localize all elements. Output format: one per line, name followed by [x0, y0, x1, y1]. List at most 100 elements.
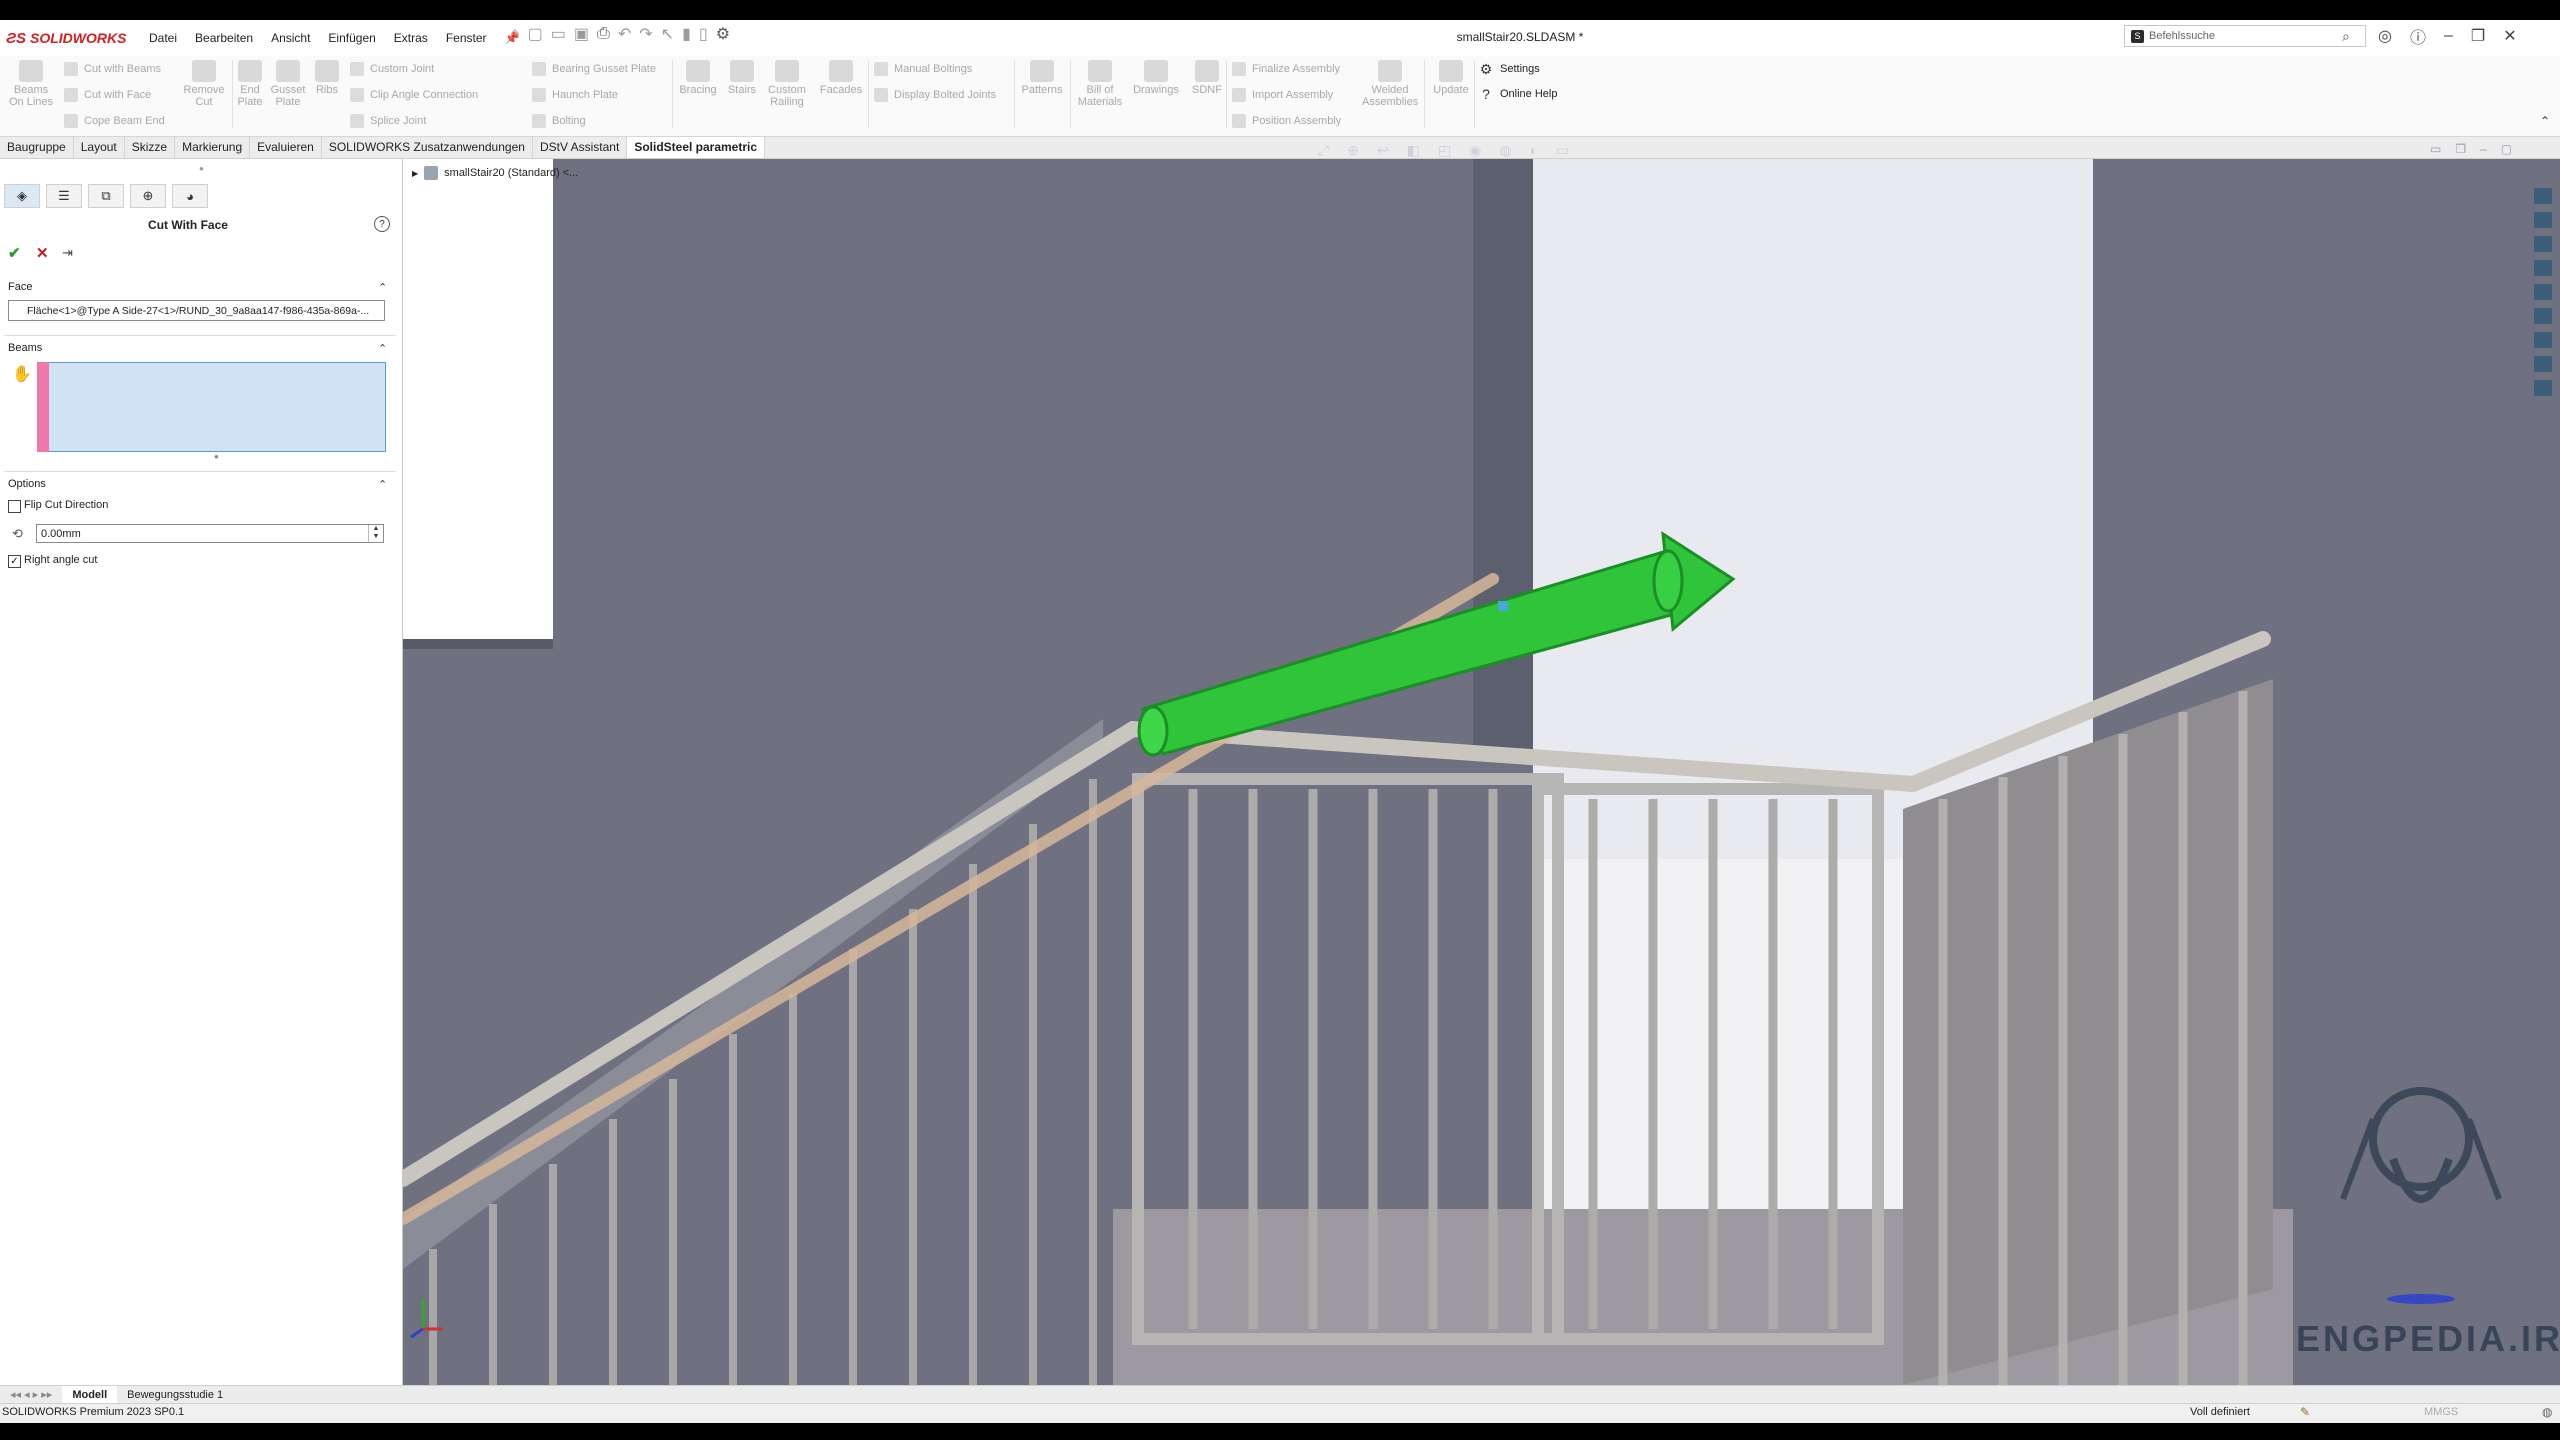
feature-tree-root[interactable]: ▶ smallStair20 (Standard) <...: [412, 166, 578, 180]
home-icon[interactable]: ⌂: [510, 25, 520, 43]
custom-properties-icon[interactable]: [2534, 332, 2552, 348]
solidworks-logo[interactable]: ƧS SOLIDWORKS: [6, 28, 126, 48]
quick-tips-icon[interactable]: ◍: [2542, 1405, 2552, 1419]
restore-button[interactable]: ❐: [2471, 26, 2485, 46]
tab-modell[interactable]: Modell: [62, 1386, 118, 1404]
beams-on-lines-button[interactable]: Beams On Lines: [6, 60, 56, 108]
tab-evaluieren[interactable]: Evaluieren: [250, 137, 322, 158]
settings-button[interactable]: ⚙ Settings: [1478, 61, 1540, 77]
display-manager-tab-icon[interactable]: ◕: [172, 184, 208, 208]
keep-visible-pin-icon[interactable]: ⇥: [62, 245, 73, 261]
tab-bewegungsstudie[interactable]: Bewegungsstudie 1: [117, 1386, 233, 1404]
collapse-options-chevron-icon[interactable]: ⌃: [378, 478, 387, 491]
position-assembly-button[interactable]: Position Assembly: [1232, 114, 1341, 128]
tab-scroll-arrows[interactable]: ◂◂ ◂ ▸ ▸▸: [0, 1386, 62, 1404]
viewport-max-icon[interactable]: ▢: [2501, 142, 2512, 156]
collapse-ribbon-icon[interactable]: ⌃: [2540, 114, 2550, 128]
rebuild-icon[interactable]: ▮: [682, 24, 691, 44]
ribs-button[interactable]: Ribs: [312, 60, 342, 96]
tab-skizze[interactable]: Skizze: [125, 137, 176, 158]
design-library-icon[interactable]: [2534, 236, 2552, 252]
beams-selection-list[interactable]: [37, 362, 386, 452]
tab-zusatzanwendungen[interactable]: SOLIDWORKS Zusatzanwendungen: [322, 137, 533, 158]
menu-bearbeiten[interactable]: Bearbeiten: [186, 28, 262, 48]
configuration-manager-tab-icon[interactable]: ⧉: [88, 184, 124, 208]
rebuild-status-icon[interactable]: ✎: [2300, 1405, 2310, 1419]
open-icon[interactable]: ▭: [551, 24, 566, 44]
online-help-button[interactable]: ? Online Help: [1478, 86, 1557, 102]
custom-railing-button[interactable]: Custom Railing: [764, 60, 810, 108]
menu-fenster[interactable]: Fenster: [437, 28, 496, 48]
minimize-button[interactable]: –: [2444, 27, 2453, 45]
save-icon[interactable]: ▣: [574, 24, 589, 44]
collapse-face-chevron-icon[interactable]: ⌃: [378, 281, 387, 294]
ok-checkmark-icon[interactable]: ✔: [8, 244, 21, 262]
property-manager-tab-icon[interactable]: ☰: [46, 184, 82, 208]
face-selection-field[interactable]: Fläche<1>@Type A Side-27<1>/RUND_30_9a8a…: [8, 300, 385, 321]
file-explorer-icon[interactable]: [2534, 260, 2552, 276]
help-icon[interactable]: ⓘ: [2410, 24, 2426, 48]
zoom-to-area-icon[interactable]: ⊕: [1347, 142, 1359, 159]
new-document-icon[interactable]: ▢: [528, 24, 543, 44]
home-icon[interactable]: [2534, 212, 2552, 228]
drawings-button[interactable]: Drawings: [1130, 60, 1182, 96]
undo-icon[interactable]: ↶: [618, 24, 631, 44]
viewport-restore-icon[interactable]: ❐: [2455, 142, 2466, 156]
select-icon[interactable]: ↖: [661, 24, 674, 44]
help-icon[interactable]: ?: [374, 216, 390, 232]
manual-boltings-button[interactable]: Manual Boltings: [874, 62, 972, 76]
import-assembly-button[interactable]: Import Assembly: [1232, 88, 1333, 102]
tab-dstv-assistant[interactable]: DStV Assistant: [533, 137, 628, 158]
edit-appearance-icon[interactable]: ◐: [1530, 142, 1538, 159]
status-units[interactable]: MMGS: [2424, 1406, 2458, 1418]
patterns-button[interactable]: Patterns: [1018, 60, 1066, 96]
clip-angle-connection-button[interactable]: Clip Angle Connection: [350, 88, 478, 102]
menu-ansicht[interactable]: Ansicht: [262, 28, 319, 48]
cut-with-beams-button[interactable]: Cut with Beams: [64, 62, 161, 76]
solidsteel-library-icon[interactable]: [2534, 356, 2552, 372]
close-button[interactable]: ✕: [2503, 26, 2516, 46]
haunch-plate-button[interactable]: Haunch Plate: [532, 88, 618, 102]
file-properties-icon[interactable]: ▯: [699, 24, 708, 44]
finalize-assembly-button[interactable]: Finalize Assembly: [1232, 62, 1340, 76]
collapse-beams-chevron-icon[interactable]: ⌃: [378, 342, 387, 355]
section-view-icon[interactable]: ◧: [1407, 142, 1420, 159]
facades-button[interactable]: Facades: [818, 60, 864, 96]
welded-assemblies-button[interactable]: Welded Assemblies: [1362, 60, 1418, 108]
menu-einfuegen[interactable]: Einfügen: [319, 28, 384, 48]
custom-joint-button[interactable]: Custom Joint: [350, 62, 434, 76]
end-plate-button[interactable]: End Plate: [236, 60, 264, 108]
options-gear-icon[interactable]: ⚙: [716, 24, 730, 44]
cut-with-face-button[interactable]: Cut with Face: [64, 88, 151, 102]
solidworks-resources-icon[interactable]: [2534, 188, 2552, 204]
feature-manager-tab-icon[interactable]: ◈: [4, 184, 40, 208]
offset-spinner[interactable]: ▲ ▼: [368, 525, 383, 542]
apply-scene-icon[interactable]: ▭: [1556, 142, 1569, 159]
expand-arrow-icon[interactable]: ▶: [412, 169, 418, 178]
search-icon[interactable]: ⌕: [2342, 28, 2350, 45]
right-angle-cut-checkbox[interactable]: ✓: [8, 555, 21, 568]
tab-markierung[interactable]: Markierung: [175, 137, 251, 158]
view-palette-icon[interactable]: [2534, 284, 2552, 300]
flip-cut-direction-checkbox[interactable]: [8, 500, 21, 513]
viewport-minimize-icon[interactable]: ▭: [2430, 142, 2441, 156]
selection-handle[interactable]: [1498, 601, 1508, 611]
bill-of-materials-button[interactable]: Bill of Materials: [1074, 60, 1126, 108]
bracing-button[interactable]: Bracing: [678, 60, 718, 96]
tab-layout[interactable]: Layout: [74, 137, 125, 158]
view-orientation-icon[interactable]: ◰: [1438, 142, 1451, 159]
remove-cut-button[interactable]: Remove Cut: [180, 60, 228, 108]
graphics-area[interactable]: [403, 159, 2560, 1385]
zoom-to-fit-icon[interactable]: ⤢: [1318, 142, 1329, 159]
display-style-icon[interactable]: ◉: [1469, 142, 1481, 159]
sdnf-button[interactable]: SDNF: [1190, 60, 1224, 96]
appearances-icon[interactable]: [2534, 308, 2552, 324]
update-button[interactable]: Update: [1428, 60, 1474, 96]
offset-input[interactable]: 0.00mm: [36, 524, 384, 543]
menu-extras[interactable]: Extras: [385, 28, 437, 48]
tab-solidsteel-parametric[interactable]: SolidSteel parametric: [627, 137, 766, 158]
gusset-plate-button[interactable]: Gusset Plate: [268, 60, 308, 108]
dimxpert-tab-icon[interactable]: ⊕: [130, 184, 166, 208]
panel-splitter-handle[interactable]: ●: [199, 164, 204, 173]
display-bolted-joints-button[interactable]: Display Bolted Joints: [874, 88, 996, 102]
